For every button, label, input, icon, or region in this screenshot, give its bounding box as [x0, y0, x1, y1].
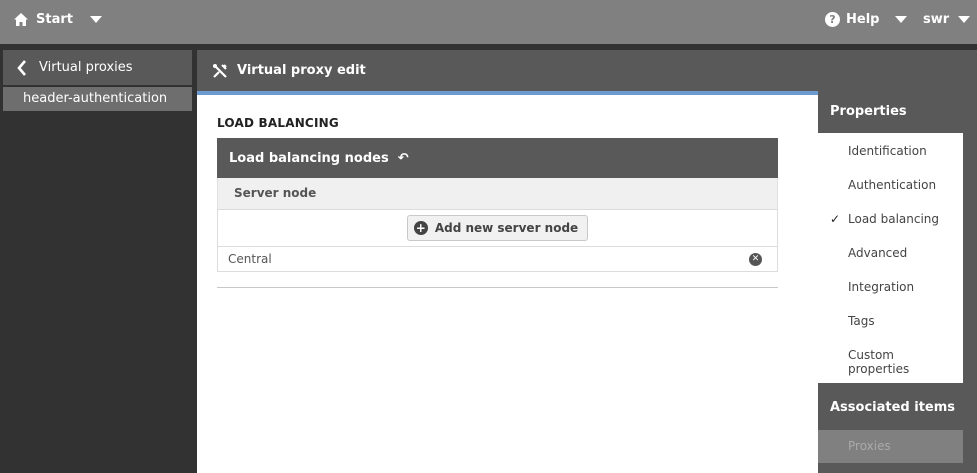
tools-icon	[213, 63, 227, 78]
chevron-left-icon	[17, 59, 26, 76]
properties-list: Identification Authentication ✓ Load bal…	[818, 133, 963, 383]
column-header-server-node: Server node	[217, 178, 778, 209]
accent-line	[197, 91, 818, 95]
user-menu-button[interactable]: swr	[923, 12, 971, 27]
chevron-down-icon	[958, 16, 971, 23]
associated-item-proxies[interactable]: Proxies	[818, 430, 963, 463]
check-icon: ✓	[830, 212, 841, 226]
property-item-authentication[interactable]: Authentication	[818, 178, 963, 192]
sidebar-item-current[interactable]: header-authentication	[3, 87, 192, 111]
add-row: + Add new server node	[217, 209, 778, 247]
property-item-tags[interactable]: Tags	[818, 314, 963, 328]
divider	[217, 287, 778, 288]
left-sidebar: Virtual proxies header-authentication	[3, 50, 192, 473]
property-item-load-balancing[interactable]: ✓ Load balancing	[818, 212, 963, 226]
associated-items-title: Associated items	[830, 400, 956, 415]
page-title: Virtual proxy edit	[237, 63, 366, 78]
help-label: Help	[846, 12, 880, 27]
home-icon	[14, 13, 28, 26]
section-title: LOAD BALANCING	[217, 116, 339, 130]
property-item-advanced[interactable]: Advanced	[818, 246, 963, 260]
add-new-server-node-button[interactable]: + Add new server node	[406, 215, 589, 241]
add-button-label: Add new server node	[434, 221, 579, 235]
table-row: Central ✕	[217, 247, 778, 272]
panel-title: Load balancing nodes	[229, 150, 389, 166]
main-header: Virtual proxy edit	[197, 50, 977, 91]
start-label: Start	[36, 12, 73, 27]
load-balancing-nodes-panel: Load balancing nodes ↶ Server node + Add…	[217, 138, 778, 272]
chevron-down-icon	[895, 16, 908, 23]
top-bar: Start ? Help swr	[0, 0, 977, 44]
start-menu-button[interactable]: Start	[13, 12, 102, 27]
property-item-custom-properties[interactable]: Custom properties	[818, 348, 928, 376]
properties-panel: Properties Identification Authentication…	[818, 90, 977, 473]
property-item-identification[interactable]: Identification	[818, 144, 963, 158]
panel-header: Load balancing nodes ↶	[217, 138, 778, 178]
remove-circle-icon[interactable]: ✕	[749, 252, 762, 266]
help-menu-button[interactable]: ? Help	[825, 12, 908, 27]
plus-circle-icon: +	[413, 221, 428, 235]
user-label: swr	[923, 12, 950, 27]
undo-icon[interactable]: ↶	[398, 151, 409, 166]
chevron-down-icon	[89, 16, 102, 23]
back-to-virtual-proxies-button[interactable]: Virtual proxies	[3, 50, 192, 85]
help-icon: ?	[825, 12, 840, 27]
server-node-name: Central	[228, 252, 272, 266]
property-item-label: Load balancing	[848, 212, 940, 226]
back-label: Virtual proxies	[39, 60, 133, 75]
property-item-integration[interactable]: Integration	[818, 280, 963, 294]
properties-title: Properties	[830, 104, 907, 119]
